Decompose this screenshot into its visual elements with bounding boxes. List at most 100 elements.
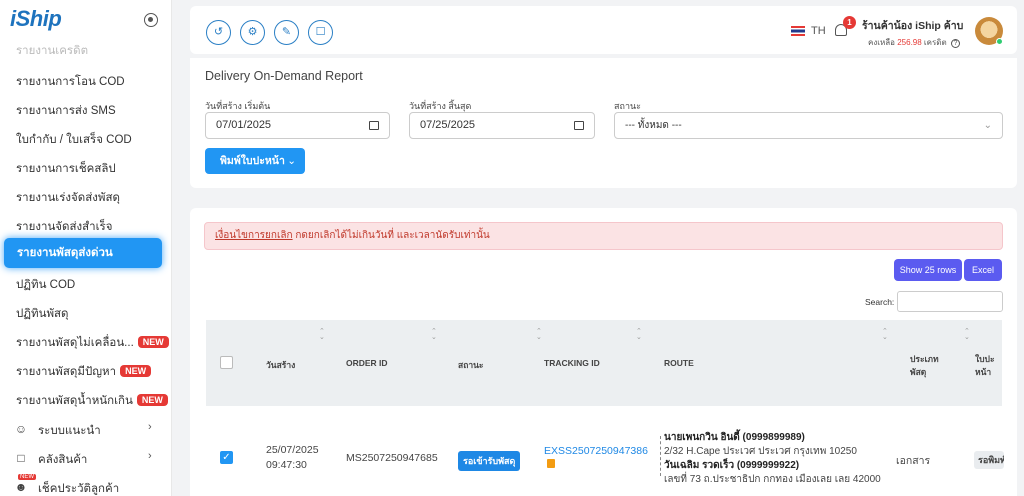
sidebar-item-stuck-parcel[interactable]: รายงานพัสดุไม่เคลื่อน... NEW bbox=[16, 334, 169, 352]
sidebar-item-delivered-report[interactable]: รายงานจัดส่งสำเร็จ bbox=[16, 218, 112, 236]
copy-icon[interactable] bbox=[547, 459, 555, 468]
sort-icon[interactable]: ⌃ ⌄ bbox=[319, 328, 325, 341]
sidebar-item-sms-report[interactable]: รายงานการส่ง SMS bbox=[16, 102, 116, 120]
sort-icon[interactable]: ⌃ ⌄ bbox=[636, 328, 642, 341]
column-header-type[interactable]: ประเภท bbox=[910, 352, 939, 366]
tracking-link[interactable]: EXSS2507250947386 bbox=[544, 445, 648, 457]
settings-icon[interactable] bbox=[144, 13, 158, 27]
receiver-address: เลขที่ 73 ถ.ประชาธิปก กกทอง เมืองเลย เลย… bbox=[664, 474, 881, 485]
credit-label: คงเหลือ bbox=[868, 38, 895, 47]
credit-unit: เครดิต bbox=[923, 38, 947, 47]
route-line bbox=[660, 436, 662, 476]
sidebar-item-label: รายงานพัสดุไม่เคลื่อน... bbox=[16, 337, 134, 349]
users-icon: ☺ bbox=[14, 422, 28, 436]
sidebar-item-problem-parcel[interactable]: รายงานพัสดุมีปัญหา NEW bbox=[16, 363, 152, 381]
notification-badge: 1 bbox=[843, 16, 856, 29]
status-select-value: --- ทั้งหมด --- bbox=[625, 120, 682, 131]
column-header-order-id[interactable]: ORDER ID bbox=[346, 358, 388, 368]
cancel-condition-link[interactable]: เงื่อนไขการยกเลิก bbox=[215, 230, 293, 241]
column-header-tracking-id[interactable]: TRACKING ID bbox=[544, 358, 600, 368]
print-label-button[interactable]: พิมพ์ใบปะหน้า ⌄ bbox=[205, 148, 305, 174]
page-title: Delivery On-Demand Report bbox=[205, 69, 363, 83]
new-badge: NEW bbox=[136, 394, 168, 406]
show-rows-button[interactable]: Show 25 rows bbox=[894, 259, 962, 281]
receiver-name: วันเฉลิม รวดเร็ว (0999999922) bbox=[664, 460, 800, 471]
chevron-down-icon: ⌄ bbox=[287, 155, 296, 167]
new-badge: NEW bbox=[18, 474, 36, 480]
column-header-date[interactable]: วันสร้าง bbox=[266, 358, 295, 372]
report-panel: เงื่อนไขการยกเลิก กดยกเลิกได้ไม่เกินวันท… bbox=[190, 208, 1017, 496]
sender-name: นายเพนกวิน อินดี้ (0999899989) bbox=[664, 432, 805, 443]
start-date-field[interactable]: 07/01/2025 bbox=[205, 112, 390, 139]
box-icon[interactable]: ☐ bbox=[308, 20, 333, 45]
sidebar: iShip รายงานเครดิต รายงานการโอน COD รายง… bbox=[0, 0, 172, 496]
row-checkbox[interactable]: ✓ bbox=[220, 451, 233, 464]
sidebar-item-express-report[interactable]: รายงานพัสดุส่งด่วน bbox=[4, 238, 162, 268]
language-selector[interactable]: TH bbox=[811, 25, 826, 37]
status-badge: รอเข้ารับพัสดุ bbox=[458, 451, 521, 471]
alert-text: กดยกเลิกได้ไม่เกินวันที่ และเวลานัดรับเท… bbox=[292, 230, 490, 241]
row-order-id: MS2507250947685 bbox=[346, 452, 438, 464]
table-header: ⌃ ⌄ ⌃ ⌄ ⌃ ⌄ ⌃ ⌄ ⌃ ⌄ ⌃ ⌄ วันสร้าง ORDER ID สถาน… bbox=[206, 320, 1002, 406]
column-header-type-2[interactable]: พัสดุ bbox=[910, 365, 926, 379]
sidebar-item-slip-check[interactable]: รายงานการเช็คสลิป bbox=[16, 160, 116, 178]
end-date-value: 07/25/2025 bbox=[420, 119, 476, 131]
print-label-text: พิมพ์ใบปะหน้า bbox=[220, 155, 285, 167]
sidebar-group-referral[interactable]: ระบบแนะนำ bbox=[38, 422, 101, 440]
sidebar-item-cod-invoice[interactable]: ใบกำกับ / ใบเสร็จ COD bbox=[16, 131, 132, 149]
sidebar-group-customer-history[interactable]: เช็คประวัติลูกค้า bbox=[38, 480, 119, 496]
chevron-right-icon[interactable]: › bbox=[148, 450, 152, 462]
start-date-value: 07/01/2025 bbox=[216, 119, 272, 131]
end-date-label: วันที่สร้าง สิ้นสุด bbox=[409, 101, 472, 111]
top-bar: ↺ ⚙ ✎ ☐ TH 1 ร้านค้าน้อง iShip ค้าบ คงเห… bbox=[190, 6, 1017, 54]
column-header-status[interactable]: สถานะ bbox=[458, 358, 483, 372]
sort-icon[interactable]: ⌃ ⌄ bbox=[431, 328, 437, 341]
search-input[interactable] bbox=[897, 291, 1003, 312]
bag-icon: □ bbox=[17, 451, 25, 465]
help-icon[interactable]: ? bbox=[950, 39, 960, 48]
filter-panel: Delivery On-Demand Report วันที่สร้าง เร… bbox=[190, 58, 1017, 188]
credit-amount: 256.98 bbox=[897, 38, 922, 47]
sidebar-item-label: รายงานพัสดุมีปัญหา bbox=[16, 366, 117, 378]
iship-logo[interactable]: iShip bbox=[10, 6, 62, 32]
start-date-label: วันที่สร้าง เริ่มต้น bbox=[205, 101, 271, 111]
new-badge: NEW bbox=[120, 365, 152, 377]
row-time: 09:47:30 bbox=[266, 459, 307, 471]
sender-address: 2/32 H.Cape ประเวศ ประเวศ กรุงเทพ 10250 bbox=[664, 446, 857, 457]
sidebar-item-cod-calendar[interactable]: ปฏิทิน COD bbox=[16, 276, 75, 294]
credit-balance: คงเหลือ 256.98 เครดิต ? bbox=[868, 36, 960, 49]
parcel-report-icon[interactable]: ↺ bbox=[206, 20, 231, 45]
row-date: 25/07/2025 bbox=[266, 444, 319, 456]
sidebar-item-label: รายงานพัสดุน้ำหนักเกิน bbox=[16, 395, 133, 407]
document-icon[interactable]: ✎ bbox=[274, 20, 299, 45]
sidebar-item-overweight-parcel[interactable]: รายงานพัสดุน้ำหนักเกิน NEW bbox=[16, 392, 168, 410]
calendar-icon[interactable] bbox=[574, 121, 584, 130]
sidebar-item-expedite-report[interactable]: รายงานเร่งจัดส่งพัสดุ bbox=[16, 189, 120, 207]
sort-icon[interactable]: ⌃ ⌄ bbox=[536, 328, 542, 341]
status-select[interactable]: --- ทั้งหมด --- ⌄ bbox=[614, 112, 1003, 139]
cancel-condition-alert: เงื่อนไขการยกเลิก กดยกเลิกได้ไม่เกินวันท… bbox=[204, 222, 1003, 250]
column-header-label-2[interactable]: หน้า bbox=[975, 365, 991, 379]
row-parcel-type: เอกสาร bbox=[896, 455, 931, 467]
sidebar-group-warehouse[interactable]: คลังสินค้า bbox=[38, 451, 87, 469]
search-label: Search: bbox=[865, 297, 895, 307]
sidebar-item-credit-report[interactable]: รายงานเครดิต bbox=[16, 42, 88, 60]
calendar-icon[interactable] bbox=[369, 121, 379, 130]
column-header-label[interactable]: ใบปะ bbox=[975, 352, 995, 366]
sidebar-item-cod-transfer[interactable]: รายงานการโอน COD bbox=[16, 73, 125, 91]
sort-icon[interactable]: ⌃ ⌄ bbox=[882, 328, 888, 341]
shop-name[interactable]: ร้านค้าน้อง iShip ค้าบ bbox=[862, 17, 963, 34]
status-label: สถานะ bbox=[614, 101, 641, 111]
thai-flag-icon[interactable] bbox=[791, 26, 805, 36]
sidebar-item-parcel-calendar[interactable]: ปฏิทินพัสดุ bbox=[16, 305, 69, 323]
truck-icon[interactable]: ⚙ bbox=[240, 20, 265, 45]
sort-icon[interactable]: ⌃ ⌄ bbox=[964, 328, 970, 341]
route-info: นายเพนกวิน อินดี้ (0999899989) 2/32 H.Ca… bbox=[664, 431, 881, 487]
user-icon: ☻ bbox=[14, 480, 28, 494]
column-header-route[interactable]: ROUTE bbox=[664, 358, 694, 368]
excel-button[interactable]: Excel bbox=[964, 259, 1002, 281]
online-status-dot bbox=[996, 38, 1003, 45]
select-all-checkbox[interactable] bbox=[220, 356, 233, 369]
chevron-right-icon[interactable]: › bbox=[148, 421, 152, 433]
end-date-field[interactable]: 07/25/2025 bbox=[409, 112, 595, 139]
